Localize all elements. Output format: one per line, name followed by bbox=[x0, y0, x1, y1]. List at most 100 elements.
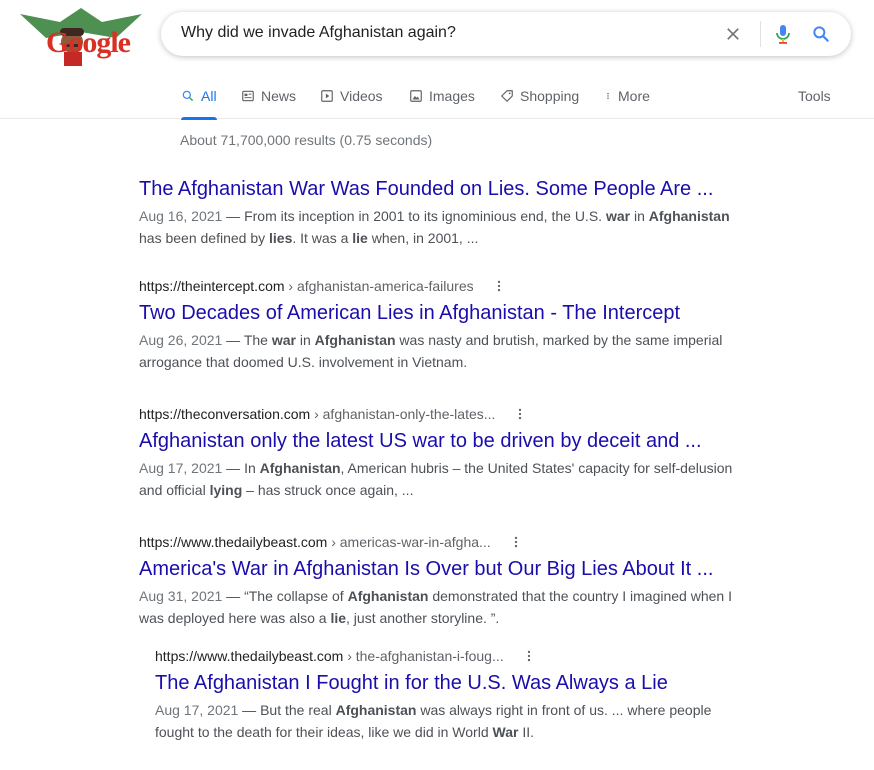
result-url[interactable]: https://www.thedailybeast.com › americas… bbox=[139, 534, 491, 550]
snippet-fragment: has been defined by bbox=[139, 230, 269, 246]
snippet-fragment: — “The collapse of bbox=[222, 588, 348, 604]
cite-path: › afghanistan-america-failures bbox=[284, 278, 474, 294]
snippet-fragment: II. bbox=[518, 724, 534, 740]
search-result: https://www.thedailybeast.com › americas… bbox=[139, 532, 739, 629]
result-title-link[interactable]: The Afghanistan War Was Founded on Lies.… bbox=[139, 176, 739, 202]
tab-shopping[interactable]: Shopping bbox=[500, 88, 579, 104]
result-date: Aug 16, 2021 bbox=[139, 208, 223, 224]
snippet-fragment: – has struck once again, ... bbox=[242, 482, 414, 498]
result-snippet: Aug 17, 2021 — In Afghanistan, American … bbox=[139, 457, 739, 501]
snippet-text: — From its inception in 2001 to its igno… bbox=[139, 208, 730, 246]
cite-path: › americas-war-in-afgha... bbox=[327, 534, 491, 550]
search-icon bbox=[182, 90, 194, 102]
search-box[interactable]: Why did we invade Afghanistan again? bbox=[161, 12, 851, 56]
microphone-icon[interactable] bbox=[771, 22, 795, 46]
snippet-fragment: . It was a bbox=[292, 230, 353, 246]
result-date: Aug 26, 2021 bbox=[139, 332, 223, 348]
snippet-keyword: War bbox=[492, 724, 519, 740]
search-result: The Afghanistan War Was Founded on Lies.… bbox=[139, 172, 739, 249]
search-divider bbox=[760, 21, 761, 47]
snippet-text: — The war in Afghanistan was nasty and b… bbox=[139, 332, 722, 370]
result-url[interactable]: https://theconversation.com › afghanista… bbox=[139, 406, 495, 422]
cite-domain: https://theconversation.com bbox=[139, 406, 311, 422]
snippet-fragment: — In bbox=[222, 460, 260, 476]
result-date: Aug 17, 2021 bbox=[139, 460, 223, 476]
result-date: Aug 31, 2021 bbox=[139, 588, 223, 604]
tab-label: News bbox=[261, 88, 297, 104]
news-icon bbox=[242, 90, 254, 102]
cite-domain: https://www.thedailybeast.com bbox=[155, 648, 344, 664]
result-snippet: Aug 17, 2021 — But the real Afghanistan … bbox=[155, 699, 745, 743]
result-cite-row: https://theconversation.com › afghanista… bbox=[139, 404, 739, 424]
snippet-fragment: when, in 2001, ... bbox=[367, 230, 479, 246]
snippet-fragment: in bbox=[630, 208, 649, 224]
result-title-link[interactable]: Two Decades of American Lies in Afghanis… bbox=[139, 300, 739, 326]
result-title-link[interactable]: America's War in Afghanistan Is Over but… bbox=[139, 556, 739, 582]
snippet-keyword: lies bbox=[269, 230, 293, 246]
search-result: https://theintercept.com › afghanistan-a… bbox=[139, 276, 739, 373]
snippet-keyword: lie bbox=[330, 610, 347, 626]
result-cite-row: https://www.thedailybeast.com › americas… bbox=[139, 532, 739, 552]
tab-label: Images bbox=[429, 88, 475, 104]
search-icon[interactable] bbox=[811, 24, 831, 44]
result-snippet: Aug 26, 2021 — The war in Afghanistan wa… bbox=[139, 329, 739, 373]
search-tabs: All News Videos Images Shopping More Too… bbox=[0, 78, 874, 120]
snippet-keyword: Afghanistan bbox=[648, 208, 730, 224]
google-doodle-logo[interactable]: Google bbox=[20, 8, 142, 66]
snippet-keyword: Afghanistan bbox=[335, 702, 417, 718]
tab-videos[interactable]: Videos bbox=[320, 88, 383, 104]
tab-label: Shopping bbox=[520, 88, 580, 104]
snippet-fragment: — From its inception in 2001 to its igno… bbox=[222, 208, 606, 224]
tab-more[interactable]: More bbox=[604, 88, 650, 104]
snippet-keyword: Afghanistan bbox=[259, 460, 341, 476]
snippet-keyword: war bbox=[605, 208, 631, 224]
snippet-fragment: , just another storyline. ”. bbox=[346, 610, 500, 626]
search-result-nested: https://www.thedailybeast.com › the-afgh… bbox=[155, 646, 745, 743]
snippet-fragment: in bbox=[295, 332, 315, 348]
tab-label: More bbox=[618, 88, 650, 104]
tab-tools[interactable]: Tools bbox=[798, 88, 831, 104]
search-result: https://theconversation.com › afghanista… bbox=[139, 404, 739, 501]
result-cite-row: https://www.thedailybeast.com › the-afgh… bbox=[155, 646, 745, 666]
result-url[interactable]: https://www.thedailybeast.com › the-afgh… bbox=[155, 648, 504, 664]
cite-domain: https://theintercept.com bbox=[139, 278, 285, 294]
snippet-fragment: — But the real bbox=[238, 702, 336, 718]
search-input[interactable]: Why did we invade Afghanistan again? bbox=[181, 24, 456, 42]
snippet-text: — “The collapse of Afghanistan demonstra… bbox=[139, 588, 732, 626]
snippet-keyword: lie bbox=[352, 230, 368, 246]
result-title-link[interactable]: Afghanistan only the latest US war to be… bbox=[139, 428, 739, 454]
tab-label: Videos bbox=[340, 88, 383, 104]
more-options-icon[interactable] bbox=[492, 278, 506, 294]
result-stats: About 71,700,000 results (0.75 seconds) bbox=[180, 132, 433, 148]
more-options-icon[interactable] bbox=[513, 406, 527, 422]
result-snippet: Aug 16, 2021 — From its inception in 200… bbox=[139, 205, 739, 249]
close-icon[interactable] bbox=[723, 24, 743, 44]
tab-label: Tools bbox=[798, 88, 831, 104]
result-cite-row: https://theintercept.com › afghanistan-a… bbox=[139, 276, 739, 296]
tab-all[interactable]: All bbox=[181, 88, 217, 120]
snippet-keyword: Afghanistan bbox=[314, 332, 396, 348]
result-url[interactable]: https://theintercept.com › afghanistan-a… bbox=[139, 278, 474, 294]
video-icon bbox=[321, 90, 333, 102]
tag-icon bbox=[501, 90, 513, 102]
logo-text: Google bbox=[46, 26, 131, 59]
snippet-keyword: Afghanistan bbox=[347, 588, 429, 604]
tab-news[interactable]: News bbox=[241, 88, 296, 104]
snippet-keyword: war bbox=[271, 332, 296, 348]
cite-domain: https://www.thedailybeast.com bbox=[139, 534, 328, 550]
result-title-link[interactable]: The Afghanistan I Fought in for the U.S.… bbox=[155, 670, 745, 696]
cite-path: › afghanistan-only-the-lates... bbox=[310, 406, 496, 422]
more-vert-icon bbox=[607, 92, 609, 100]
snippet-text: — But the real Afghanistan was always ri… bbox=[155, 702, 711, 740]
cite-path: › the-afghanistan-i-foug... bbox=[343, 648, 504, 664]
snippet-fragment: — The bbox=[222, 332, 272, 348]
more-options-icon[interactable] bbox=[509, 534, 523, 550]
tab-label: All bbox=[201, 88, 217, 104]
tab-images[interactable]: Images bbox=[409, 88, 475, 104]
image-icon bbox=[410, 90, 422, 102]
result-snippet: Aug 31, 2021 — “The collapse of Afghanis… bbox=[139, 585, 739, 629]
snippet-text: — In Afghanistan, American hubris – the … bbox=[139, 460, 732, 498]
snippet-keyword: lying bbox=[209, 482, 243, 498]
result-date: Aug 17, 2021 bbox=[155, 702, 239, 718]
more-options-icon[interactable] bbox=[522, 648, 536, 664]
